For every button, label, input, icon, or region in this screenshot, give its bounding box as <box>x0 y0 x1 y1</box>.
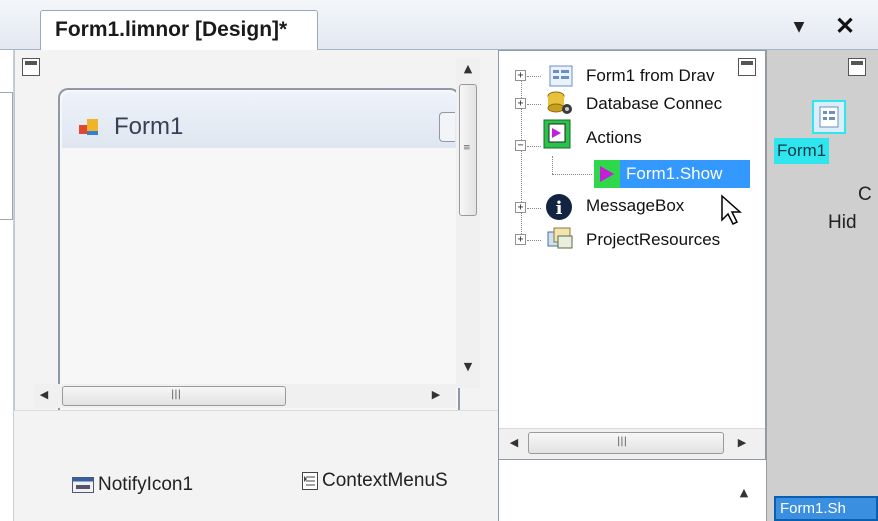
tree-connector-line <box>527 240 541 241</box>
expand-node-icon[interactable]: + <box>515 70 526 81</box>
collapse-node-icon[interactable]: − <box>515 140 526 151</box>
tree-node-form1[interactable]: Form1 from Drav <box>586 64 732 88</box>
tree-connector-line <box>552 156 553 174</box>
tree-node-projectresources[interactable]: ProjectResources <box>586 228 764 252</box>
close-tab-icon[interactable]: ✕ <box>830 12 860 42</box>
actions-icon <box>543 119 571 149</box>
scroll-right-arrow-icon[interactable]: ▶ <box>428 388 444 404</box>
designer-maximize-icon[interactable] <box>22 58 40 76</box>
tray-item-contextmenu[interactable]: ContextMenuS <box>302 466 498 496</box>
form-component-icon[interactable] <box>812 100 846 134</box>
scroll-up-arrow-icon[interactable]: ▲ <box>460 62 476 78</box>
scroll-left-arrow-icon[interactable]: ◀ <box>36 388 52 404</box>
resources-icon <box>547 227 573 249</box>
tree-node-messagebox[interactable]: MessageBox <box>586 194 684 218</box>
tree-connector-line <box>552 174 592 175</box>
expand-node-icon[interactable]: + <box>515 202 526 213</box>
context-menu-icon <box>302 471 318 490</box>
tree-connector-line <box>527 146 541 147</box>
canvas-maximize-icon[interactable] <box>848 58 866 76</box>
tree-connector-line <box>527 104 541 105</box>
tray-item-notifyicon[interactable]: NotifyIcon1 <box>72 470 193 500</box>
tray-item-label: NotifyIcon1 <box>98 474 194 495</box>
tree-node-actions[interactable]: Actions <box>586 126 642 150</box>
notify-icon <box>72 476 94 493</box>
database-icon <box>547 91 572 114</box>
scroll-left-arrow-icon[interactable]: ◀ <box>506 436 522 452</box>
expand-node-icon[interactable]: + <box>515 234 526 245</box>
form-preview-title: Form1 <box>114 113 184 140</box>
tree-connector-line <box>527 76 541 77</box>
tree-node-database[interactable]: Database Connec <box>586 92 762 116</box>
action-arrow-icon <box>594 160 620 188</box>
scroll-grip-icon: ||| <box>616 436 628 447</box>
tree-connector-line <box>527 208 541 209</box>
canvas-text-hide: Hid <box>828 212 857 233</box>
scroll-down-arrow-icon[interactable]: ▼ <box>460 360 476 376</box>
info-icon: i <box>546 194 572 220</box>
tray-item-label: ContextMenuS <box>322 470 448 491</box>
scroll-grip-icon: ||| <box>170 389 182 400</box>
form-node-icon <box>549 65 573 87</box>
form-component-label[interactable]: Form1 <box>774 138 830 164</box>
tree-lower-pane <box>498 460 766 521</box>
canvas-text-c: C <box>858 184 872 205</box>
scroll-up-arrow-icon[interactable]: ▲ <box>736 486 752 502</box>
form-caption-button[interactable] <box>439 112 455 142</box>
svg-text:i: i <box>556 198 563 219</box>
left-dock-tab[interactable] <box>0 92 13 220</box>
tab-dropdown-icon[interactable]: ▼ <box>786 14 812 40</box>
tree-maximize-icon[interactable] <box>738 58 756 76</box>
form-window-icon <box>79 119 98 135</box>
action-component-tag[interactable]: Form1.Sh <box>774 496 878 521</box>
scroll-grip-icon: ≡ <box>463 143 471 153</box>
tab-form1-design[interactable]: Form1.limnor [Design]* <box>40 10 318 51</box>
expand-node-icon[interactable]: + <box>515 98 526 109</box>
tree-node-form1-show[interactable]: Form1.Show <box>620 160 750 188</box>
tab-label: Form1.limnor [Design]* <box>55 18 288 41</box>
scroll-right-arrow-icon[interactable]: ▶ <box>734 436 750 452</box>
mouse-cursor-icon <box>721 194 742 226</box>
